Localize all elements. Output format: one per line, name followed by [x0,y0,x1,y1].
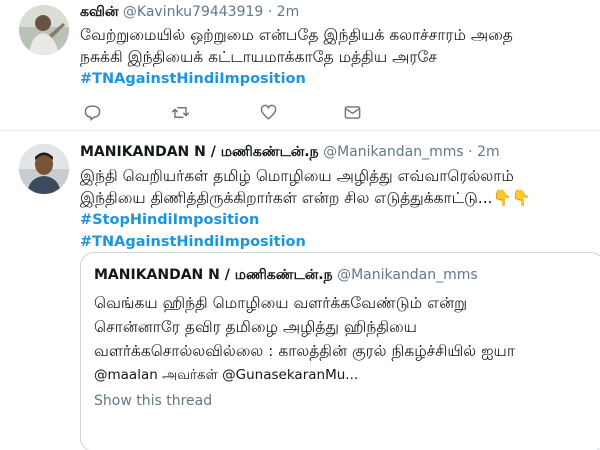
author-handle[interactable]: @Manikandan_mms [323,144,464,160]
separator: · [468,144,473,160]
tweet[interactable]: MANIKANDAN N / மணிகண்டன்.ந @Manikandan_m… [0,132,600,450]
pointing-down-emoji: 👇👇 [492,189,532,207]
tweet-actions [80,100,380,124]
tweet-header: MANIKANDAN N / மணிகண்டன்.ந @Manikandan_m… [80,144,500,162]
quoted-text-line: வளர்க்கசொல்லவில்லை : காலத்தின் குரல் நிக… [94,342,515,360]
tweet[interactable]: கவின் @Kavinku79443919 · 2m வேற்றுமையில்… [0,0,600,131]
hashtag-link[interactable]: #TNAgainstHindiImposition [80,68,595,90]
show-thread-link[interactable]: Show this thread [94,393,212,409]
quoted-text-line: வெங்கய ஹிந்தி மொழியை வளர்க்கவேண்டும் என்… [94,294,468,312]
tweet-text-content: இந்தியை திணித்திருக்கிறார்கள் என்ற சில எ… [80,189,493,207]
tweet-text-line: இந்தியை திணித்திருக்கிறார்கள் என்ற சில எ… [80,187,595,209]
reply-button[interactable] [80,100,104,124]
avatar[interactable] [19,144,69,194]
tweet-text: வேற்றுமையில் ஒற்றுமை என்பதே இந்தியக் கலா… [80,24,595,90]
author-name[interactable]: MANIKANDAN N / மணிகண்டன்.ந [80,144,319,160]
hashtag-link[interactable]: #StopHindiImposition [80,209,595,231]
tweet-text: இந்தி வெறியர்கள் தமிழ் மொழியை அழித்து எவ… [80,165,595,253]
like-button[interactable] [256,100,280,124]
tweet-header: கவின் @Kavinku79443919 · 2m [80,4,299,22]
avatar[interactable] [19,5,69,55]
separator: · [267,4,273,20]
dm-button[interactable] [340,100,364,124]
quoted-text-line: @maalan அவர்கள் @GunasekaranMu... [94,367,359,383]
author-handle[interactable]: @Kavinku79443919 [123,4,263,20]
heart-icon [260,104,276,120]
envelope-icon [344,105,360,119]
timestamp[interactable]: 2m [477,144,500,160]
quoted-author-name: MANIKANDAN N / மணிகண்டன்.ந [94,267,333,283]
tweet-text-line: இந்தி வெறியர்கள் தமிழ் மொழியை அழித்து எவ… [80,167,514,185]
quoted-text-line: சொன்னாரே தவிர தமிழை அழித்து ஹிந்தியை [94,318,417,336]
author-name[interactable]: கவின் [80,4,118,20]
quoted-tweet-header: MANIKANDAN N / மணிகண்டன்.ந @Manikandan_m… [94,267,478,285]
timestamp[interactable]: 2m [277,4,300,20]
tweet-text-line: நசுக்கி இந்தியைக் கட்டாயமாக்காதே மத்திய … [80,48,437,66]
retweet-button[interactable] [168,100,192,124]
quoted-tweet-text: வெங்கய ஹிந்தி மொழியை வளர்க்கவேண்டும் என்… [94,291,594,387]
retweet-icon [171,106,189,118]
tweet-text-line: வேற்றுமையில் ஒற்றுமை என்பதே இந்தியக் கலா… [80,26,513,44]
quoted-author-handle: @Manikandan_mms [337,267,478,283]
reply-icon [84,104,100,121]
hashtag-link[interactable]: #TNAgainstHindiImposition [80,231,595,253]
quoted-tweet[interactable]: MANIKANDAN N / மணிகண்டன்.ந @Manikandan_m… [80,252,600,450]
